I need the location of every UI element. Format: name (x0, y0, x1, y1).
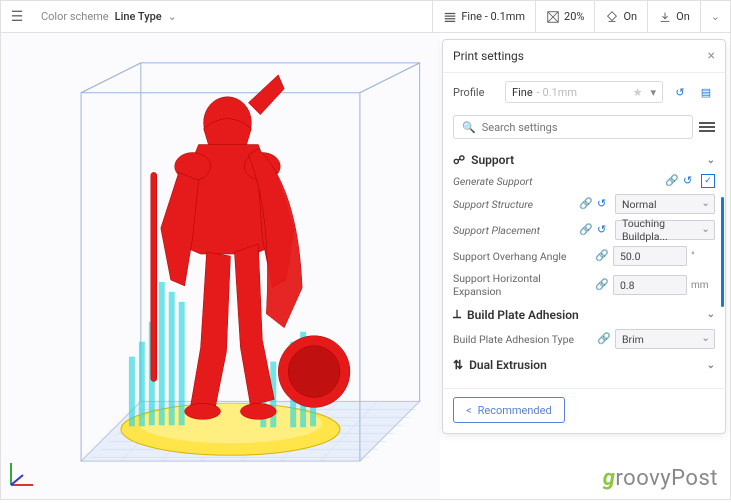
axis-gizmo[interactable] (7, 459, 37, 493)
link-icon[interactable]: 🔗 (665, 174, 679, 188)
profile-value: Fine (512, 86, 533, 99)
link-icon[interactable]: 🔗 (579, 223, 593, 237)
panel-title: Print settings (453, 49, 524, 63)
overhang-label: Support Overhang Angle (453, 250, 591, 263)
generate-support-checkbox[interactable]: ✓ (701, 174, 715, 188)
toolbar-chevron[interactable]: ⌄ (700, 1, 730, 32)
support-icon (605, 10, 619, 24)
support-placement-label: Support Placement (453, 224, 575, 237)
support-structure-label: Support Structure (453, 198, 575, 211)
row-support-placement: Support Placement 🔗 ↺ Touching Buildpla.… (453, 217, 715, 243)
section-dual-extrusion[interactable]: ⇅ Dual Extrusion ⌄ (453, 352, 715, 376)
chevron-down-icon: ⌄ (707, 309, 715, 320)
link-icon[interactable]: 🔗 (597, 332, 611, 346)
reset-icon[interactable]: ↺ (597, 197, 611, 211)
profile-dim: - 0.1mm (537, 86, 577, 99)
viewport-3d[interactable] (1, 33, 440, 499)
search-field[interactable] (482, 121, 684, 134)
support-title: Support (471, 153, 514, 167)
row-support-structure: Support Structure 🔗 ↺ Normal (453, 191, 715, 217)
save-profile-icon[interactable]: ▤ (697, 83, 715, 101)
chevron-down-icon: ⌄ (707, 155, 715, 166)
support-structure-select[interactable]: Normal (615, 194, 715, 214)
row-overhang-angle: Support Overhang Angle 🔗 50.0 ° (453, 243, 715, 269)
print-settings-panel: Print settings × Profile Fine - 0.1mm ★ … (442, 39, 726, 434)
hexp-unit: mm (691, 280, 715, 291)
menu-button[interactable]: ☰ (1, 1, 33, 33)
reset-icon[interactable]: ↺ (683, 174, 697, 188)
top-toolbar: ☰ Color scheme Line Type ⌄ Fine - 0.1mm … (1, 1, 730, 33)
chevron-down-icon: ⌄ (168, 10, 177, 23)
link-icon[interactable]: 🔗 (595, 278, 609, 292)
reset-profile-icon[interactable]: ↺ (671, 83, 689, 101)
reset-icon[interactable]: ↺ (597, 223, 611, 237)
close-icon[interactable]: × (708, 48, 715, 64)
profile-select[interactable]: Fine - 0.1mm ★ ▾ (505, 81, 663, 103)
settings-sections: ☍ Support ⌄ Generate Support 🔗 ↺ ✓ Suppo… (443, 147, 725, 384)
support-placement-select[interactable]: Touching Buildpla... (615, 220, 715, 240)
hexp-input[interactable]: 0.8 (613, 275, 687, 295)
dual-extrusion-icon: ⇅ (453, 358, 463, 372)
profile-label: Profile (453, 86, 497, 99)
dual-title: Dual Extrusion (469, 358, 547, 372)
support-label: On (623, 10, 637, 23)
chevron-down-icon: ⌄ (707, 360, 715, 371)
overhang-unit: ° (691, 251, 715, 262)
adhesion-type-select[interactable]: Brim (615, 329, 715, 349)
support-toggle[interactable]: On (594, 1, 647, 32)
watermark-g: g (603, 466, 616, 491)
overhang-input[interactable]: 50.0 (613, 246, 687, 266)
search-icon: 🔍 (462, 121, 476, 134)
adhesion-title: Build Plate Adhesion (467, 308, 579, 322)
star-icon: ★ (633, 86, 643, 99)
quality-selector[interactable]: Fine - 0.1mm (432, 1, 535, 32)
color-scheme-value: Line Type (115, 10, 162, 23)
row-generate-support: Generate Support 🔗 ↺ ✓ (453, 171, 715, 191)
quality-label: Fine - 0.1mm (461, 10, 525, 23)
infill-icon (546, 10, 560, 24)
adhesion-label: On (676, 10, 690, 23)
link-icon[interactable]: 🔗 (595, 249, 609, 263)
section-adhesion[interactable]: ⟂ Build Plate Adhesion ⌄ (453, 301, 715, 326)
support-section-icon: ☍ (453, 153, 465, 167)
color-scheme-selector[interactable]: Color scheme Line Type ⌄ (33, 10, 185, 23)
recommended-label: Recommended (478, 404, 552, 417)
hexp-label: Support Horizontal Expansion (453, 272, 591, 298)
generate-support-label: Generate Support (453, 175, 661, 188)
infill-value: 20% (564, 10, 584, 23)
chevron-down-icon: ▾ (650, 86, 656, 99)
profile-row: Profile Fine - 0.1mm ★ ▾ ↺ ▤ (443, 73, 725, 111)
settings-menu-icon[interactable] (699, 120, 715, 134)
adhesion-type-label: Build Plate Adhesion Type (453, 333, 593, 346)
adhesion-section-icon: ⟂ (453, 307, 461, 322)
color-scheme-label: Color scheme (41, 10, 109, 23)
watermark-rest: roovyPost (615, 466, 718, 491)
infill-selector[interactable]: 20% (535, 1, 594, 32)
layers-icon (443, 10, 457, 24)
scrollbar[interactable] (721, 197, 724, 307)
watermark: groovyPost (603, 465, 718, 491)
section-support[interactable]: ☍ Support ⌄ (453, 147, 715, 171)
chevron-left-icon: < (466, 404, 472, 417)
link-icon[interactable]: 🔗 (579, 197, 593, 211)
recommended-button[interactable]: < Recommended (453, 397, 565, 423)
row-adhesion-type: Build Plate Adhesion Type 🔗 Brim (453, 326, 715, 352)
row-horizontal-expansion: Support Horizontal Expansion 🔗 0.8 mm (453, 269, 715, 301)
search-input[interactable]: 🔍 (453, 115, 693, 139)
adhesion-icon (658, 10, 672, 24)
adhesion-toggle[interactable]: On (647, 1, 700, 32)
